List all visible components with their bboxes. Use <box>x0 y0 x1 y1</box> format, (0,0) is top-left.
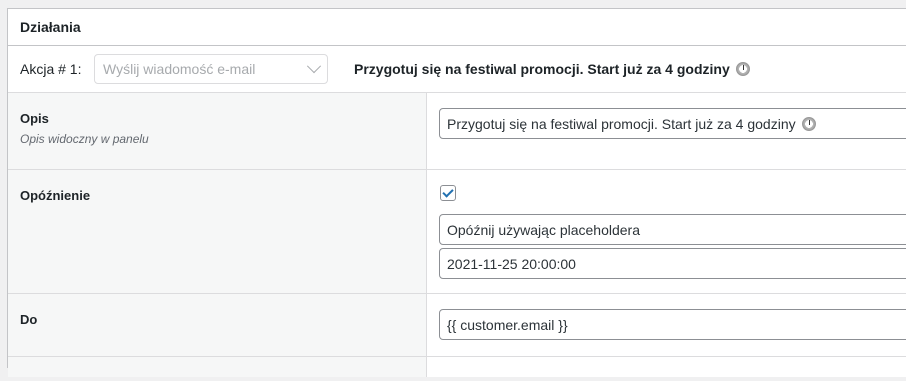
description-input-value: Przygotuj się na festiwal promocji. Star… <box>447 115 796 132</box>
action-row: Akcja # 1: Wyślij wiadomość e-mail Przyg… <box>8 46 906 93</box>
panel-title: Działania <box>8 9 906 46</box>
to-label: Do <box>20 312 38 327</box>
action-title-text: Przygotuj się na festiwal promocji. Star… <box>354 61 730 77</box>
clock-icon <box>801 116 816 131</box>
chevron-down-icon <box>306 59 322 74</box>
actions-panel: Działania Akcja # 1: Wyślij wiadomość e-… <box>7 8 906 377</box>
next-label-cell <box>8 357 427 377</box>
description-label: Opis <box>20 111 49 126</box>
action-title: Przygotuj się na festiwal promocji. Star… <box>354 61 750 77</box>
delay-label: Opóźnienie <box>20 188 91 203</box>
to-input[interactable]: {{ customer.email }} <box>439 309 906 340</box>
next-row <box>8 357 906 377</box>
to-label-cell: Do <box>8 294 427 356</box>
to-input-cell: {{ customer.email }} <box>427 294 906 356</box>
action-type-value: Wyślij wiadomość e-mail <box>103 61 256 77</box>
to-row: Do {{ customer.email }} <box>8 294 906 357</box>
action-type-select[interactable]: Wyślij wiadomość e-mail <box>94 54 328 84</box>
description-input[interactable]: Przygotuj się na festiwal promocji. Star… <box>439 108 906 139</box>
delay-label-cell: Opóźnienie <box>8 170 427 293</box>
delay-mode-value: Opóźnij używając placeholdera <box>447 221 640 238</box>
delay-checkbox[interactable] <box>440 185 456 201</box>
clock-icon <box>735 62 750 76</box>
action-label: Akcja # 1: <box>20 61 82 77</box>
next-input-cell <box>427 357 906 381</box>
description-label-cell: Opis Opis widoczny w panelu <box>8 93 427 169</box>
delay-mode-select[interactable]: Opóźnij używając placeholdera <box>439 214 906 245</box>
description-help: Opis widoczny w panelu <box>20 132 149 146</box>
delay-input-cell: Opóźnij używając placeholdera 2021-11-25… <box>427 170 906 293</box>
checkmark-icon <box>442 186 454 198</box>
delay-datetime-input[interactable]: 2021-11-25 20:00:00 <box>439 248 906 279</box>
delay-datetime-value: 2021-11-25 20:00:00 <box>447 255 576 272</box>
to-input-value: {{ customer.email }} <box>447 316 568 333</box>
description-row: Opis Opis widoczny w panelu Przygotuj si… <box>8 93 906 170</box>
description-input-cell: Przygotuj się na festiwal promocji. Star… <box>427 93 906 169</box>
delay-row: Opóźnienie Opóźnij używając placeholdera… <box>8 170 906 294</box>
